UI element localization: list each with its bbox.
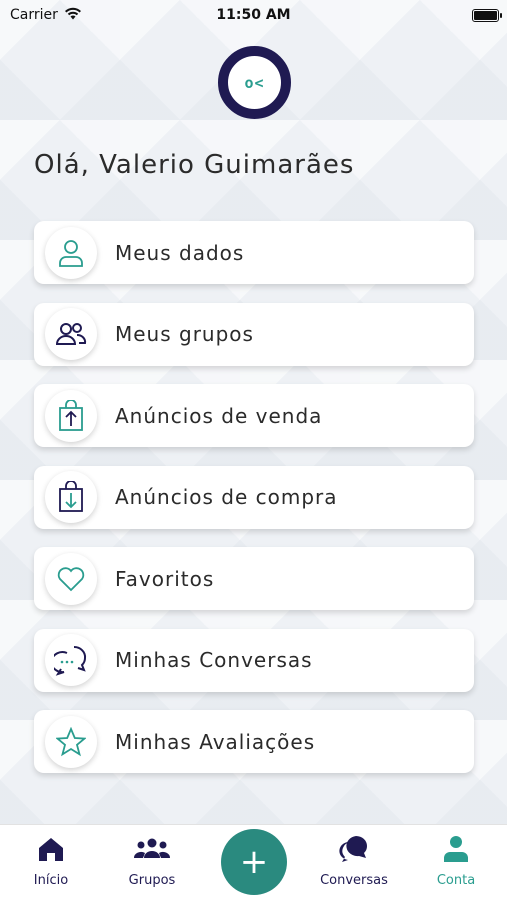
menu-item-label: Anúncios de venda [115, 403, 323, 428]
menu-item-label: Favoritos [115, 566, 215, 591]
tab-conta[interactable]: Conta [411, 825, 501, 900]
app-logo: o< [218, 46, 291, 119]
status-bar: Carrier 11:50 AM [0, 0, 507, 30]
menu-item-meus-grupos[interactable]: Meus grupos [34, 302, 474, 366]
user-icon [45, 226, 97, 279]
menu-item-label: Meus grupos [115, 322, 254, 346]
menu-item-label: Anúncios de compra [115, 485, 338, 509]
menu-item-label: Minhas Conversas [115, 648, 313, 672]
tab-grupos[interactable]: Grupos [107, 825, 197, 900]
tab-label: Grupos [128, 873, 176, 888]
home-icon [38, 835, 64, 863]
menu-item-minhas-avaliacoes[interactable]: Minhas Avaliações [34, 710, 474, 773]
greeting-title: Olá, Valerio Guimarães [34, 150, 355, 180]
star-icon [45, 715, 97, 768]
carrier-label: Carrier [10, 7, 58, 23]
battery-icon [472, 8, 502, 22]
wifi-icon [64, 7, 82, 24]
tab-label: Início [33, 873, 69, 888]
users-icon [45, 308, 97, 360]
conversation-icon [339, 835, 369, 863]
menu-item-label: Minhas Avaliações [115, 729, 316, 754]
menu-item-anuncios-compra[interactable]: Anúncios de compra [34, 465, 474, 529]
group-icon [133, 835, 171, 863]
tab-conversas[interactable]: Conversas [309, 825, 399, 900]
menu-item-favoritos[interactable]: Favoritos [34, 547, 474, 610]
logo-text: o< [244, 73, 265, 92]
heart-icon [45, 552, 97, 605]
menu-item-minhas-conversas[interactable]: Minhas Conversas [34, 628, 474, 692]
chat-icon [45, 634, 97, 686]
bag-down-icon [45, 471, 97, 523]
menu-item-label: Meus dados [115, 240, 245, 265]
add-button[interactable]: + [221, 829, 287, 895]
account-menu: Meus dados Meus grupos Anúncios de venda… [34, 221, 474, 792]
menu-item-anuncios-venda[interactable]: Anúncios de venda [34, 384, 474, 447]
tab-inicio[interactable]: Início [6, 825, 96, 900]
bag-up-icon [45, 389, 97, 442]
plus-icon: + [239, 842, 269, 882]
account-icon [443, 835, 469, 863]
tab-label: Conversas [320, 873, 388, 888]
menu-item-meus-dados[interactable]: Meus dados [34, 221, 474, 284]
tab-label: Conta [436, 873, 476, 888]
